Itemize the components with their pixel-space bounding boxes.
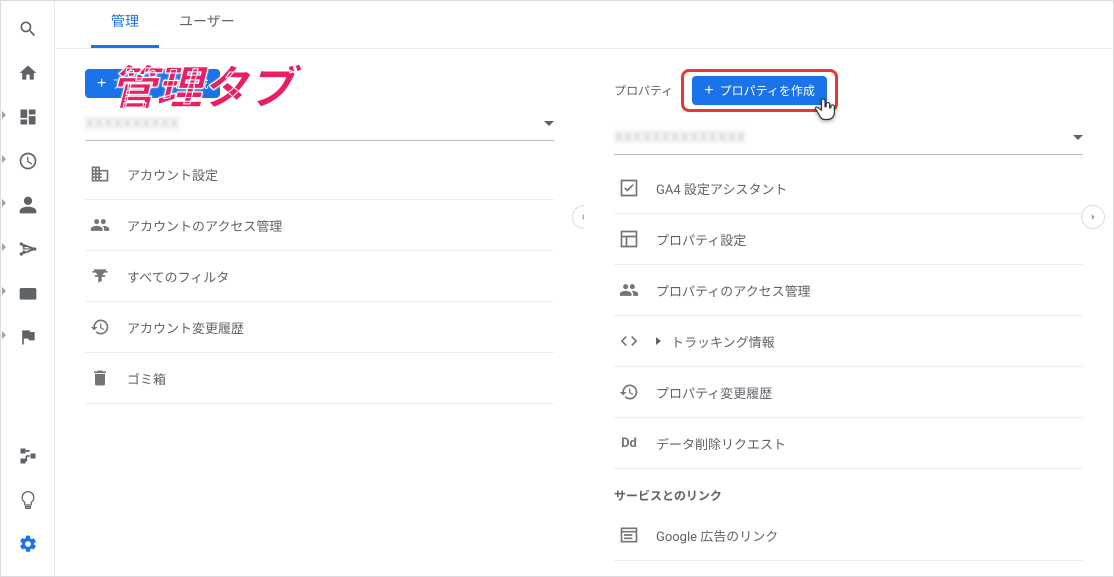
google-ads-link[interactable]: Google 広告のリンク bbox=[614, 510, 1083, 561]
dd-icon: Dd bbox=[618, 432, 640, 454]
account-menu: アカウント設定 アカウントのアクセス管理 すべてのフィルタ アカウント変更履歴 bbox=[85, 149, 554, 404]
flag-icon[interactable] bbox=[16, 325, 40, 349]
column-swap-button[interactable] bbox=[572, 205, 584, 229]
property-settings[interactable]: プロパティ設定 bbox=[614, 214, 1083, 265]
property-settings-label: プロパティ設定 bbox=[656, 230, 746, 249]
tracking-info[interactable]: トラッキング情報 bbox=[614, 316, 1083, 367]
data-deletion-label: データ削除リクエスト bbox=[656, 434, 786, 453]
layout-icon bbox=[618, 228, 640, 250]
audience-icon[interactable] bbox=[16, 193, 40, 217]
property-header: プロパティ + プロパティを作成 bbox=[614, 69, 1083, 112]
home-icon[interactable] bbox=[16, 61, 40, 85]
clock-icon[interactable] bbox=[16, 149, 40, 173]
plus-icon: + bbox=[704, 83, 713, 99]
property-title: プロパティ bbox=[614, 82, 673, 99]
account-selector[interactable]: XXXXXXXXXX bbox=[85, 106, 554, 141]
tracking-info-label: トラッキング情報 bbox=[671, 332, 775, 351]
adsense-link[interactable]: AdSense のリンク bbox=[614, 561, 1083, 576]
plus-icon: + bbox=[97, 76, 106, 92]
caret-icon bbox=[2, 199, 6, 207]
property-selector-value: XXXXXXXXXXXXXX bbox=[614, 128, 746, 146]
filter-icon bbox=[89, 265, 111, 287]
trash[interactable]: ゴミ箱 bbox=[85, 353, 554, 404]
caret-icon bbox=[2, 287, 6, 295]
caret-icon bbox=[2, 331, 6, 339]
main-area: 管理 ユーザー 管理タブ + アカウントを作成 XXXXXXXXXX bbox=[55, 1, 1113, 576]
building-icon bbox=[89, 163, 111, 185]
account-selector-value: XXXXXXXXXX bbox=[85, 114, 179, 132]
property-history[interactable]: プロパティ変更履歴 bbox=[614, 367, 1083, 418]
link-icon bbox=[618, 524, 640, 546]
link-icon bbox=[618, 575, 640, 576]
create-account-button[interactable]: + アカウントを作成 bbox=[85, 69, 220, 98]
history-icon bbox=[618, 381, 640, 403]
all-filters-label: すべてのフィルタ bbox=[127, 267, 229, 286]
ga4-assistant-label: GA4 設定アシスタント bbox=[656, 179, 787, 198]
property-history-label: プロパティ変更履歴 bbox=[656, 383, 772, 402]
app-frame: 管理 ユーザー 管理タブ + アカウントを作成 XXXXXXXXXX bbox=[0, 0, 1114, 577]
dashboard-icon[interactable] bbox=[16, 105, 40, 129]
cursor-hand-icon bbox=[811, 95, 839, 123]
attribution-icon[interactable] bbox=[16, 444, 40, 468]
create-account-label: アカウントを作成 bbox=[112, 75, 208, 92]
account-settings[interactable]: アカウント設定 bbox=[85, 149, 554, 200]
tab-users[interactable]: ユーザー bbox=[159, 1, 255, 48]
all-filters[interactable]: すべてのフィルタ bbox=[85, 251, 554, 302]
account-header: + アカウントを作成 bbox=[85, 69, 554, 98]
property-selector[interactable]: XXXXXXXXXXXXXX bbox=[614, 120, 1083, 155]
people-icon bbox=[89, 214, 111, 236]
create-property-button[interactable]: + プロパティを作成 bbox=[692, 76, 827, 105]
highlight-box: + プロパティを作成 bbox=[681, 69, 838, 112]
expand-caret-icon bbox=[656, 337, 661, 345]
caret-icon bbox=[2, 243, 6, 251]
account-settings-label: アカウント設定 bbox=[127, 165, 218, 184]
conversions-icon[interactable] bbox=[16, 281, 40, 305]
admin-columns: + アカウントを作成 XXXXXXXXXX アカウント設定 アカウントの bbox=[55, 49, 1113, 576]
property-column: プロパティ + プロパティを作成 XXXXXXXXXXXXXX bbox=[584, 49, 1113, 576]
property-menu: GA4 設定アシスタント プロパティ設定 プロパティのアクセス管理 トラッキング… bbox=[614, 163, 1083, 576]
google-ads-link-label: Google 広告のリンク bbox=[656, 526, 778, 545]
property-access-label: プロパティのアクセス管理 bbox=[656, 281, 811, 300]
dropdown-arrow-icon bbox=[1073, 135, 1083, 140]
search-icon[interactable] bbox=[16, 17, 40, 41]
account-access[interactable]: アカウントのアクセス管理 bbox=[85, 200, 554, 251]
trash-label: ゴミ箱 bbox=[127, 369, 166, 388]
caret-icon bbox=[2, 155, 6, 163]
history-icon bbox=[89, 316, 111, 338]
caret-icon bbox=[2, 111, 6, 119]
data-deletion[interactable]: Dd データ削除リクエスト bbox=[614, 418, 1083, 469]
account-history[interactable]: アカウント変更履歴 bbox=[85, 302, 554, 353]
account-column: + アカウントを作成 XXXXXXXXXX アカウント設定 アカウントの bbox=[55, 49, 584, 576]
trash-icon bbox=[89, 367, 111, 389]
column-swap-button-right[interactable] bbox=[1081, 205, 1105, 229]
dropdown-arrow-icon bbox=[544, 121, 554, 126]
account-access-label: アカウントのアクセス管理 bbox=[127, 216, 282, 235]
code-icon bbox=[618, 330, 640, 352]
admin-tabs: 管理 ユーザー bbox=[55, 1, 1113, 49]
behavior-icon[interactable] bbox=[16, 237, 40, 261]
checkbox-icon bbox=[618, 177, 640, 199]
tab-admin[interactable]: 管理 bbox=[91, 1, 159, 48]
links-section-title: サービスとのリンク bbox=[614, 469, 1083, 510]
account-history-label: アカウント変更履歴 bbox=[127, 318, 244, 337]
left-nav-rail bbox=[1, 1, 55, 576]
discover-icon[interactable] bbox=[16, 488, 40, 512]
ga4-assistant[interactable]: GA4 設定アシスタント bbox=[614, 163, 1083, 214]
admin-gear-icon[interactable] bbox=[16, 532, 40, 556]
people-icon bbox=[618, 279, 640, 301]
property-access[interactable]: プロパティのアクセス管理 bbox=[614, 265, 1083, 316]
create-property-label: プロパティを作成 bbox=[720, 82, 815, 99]
